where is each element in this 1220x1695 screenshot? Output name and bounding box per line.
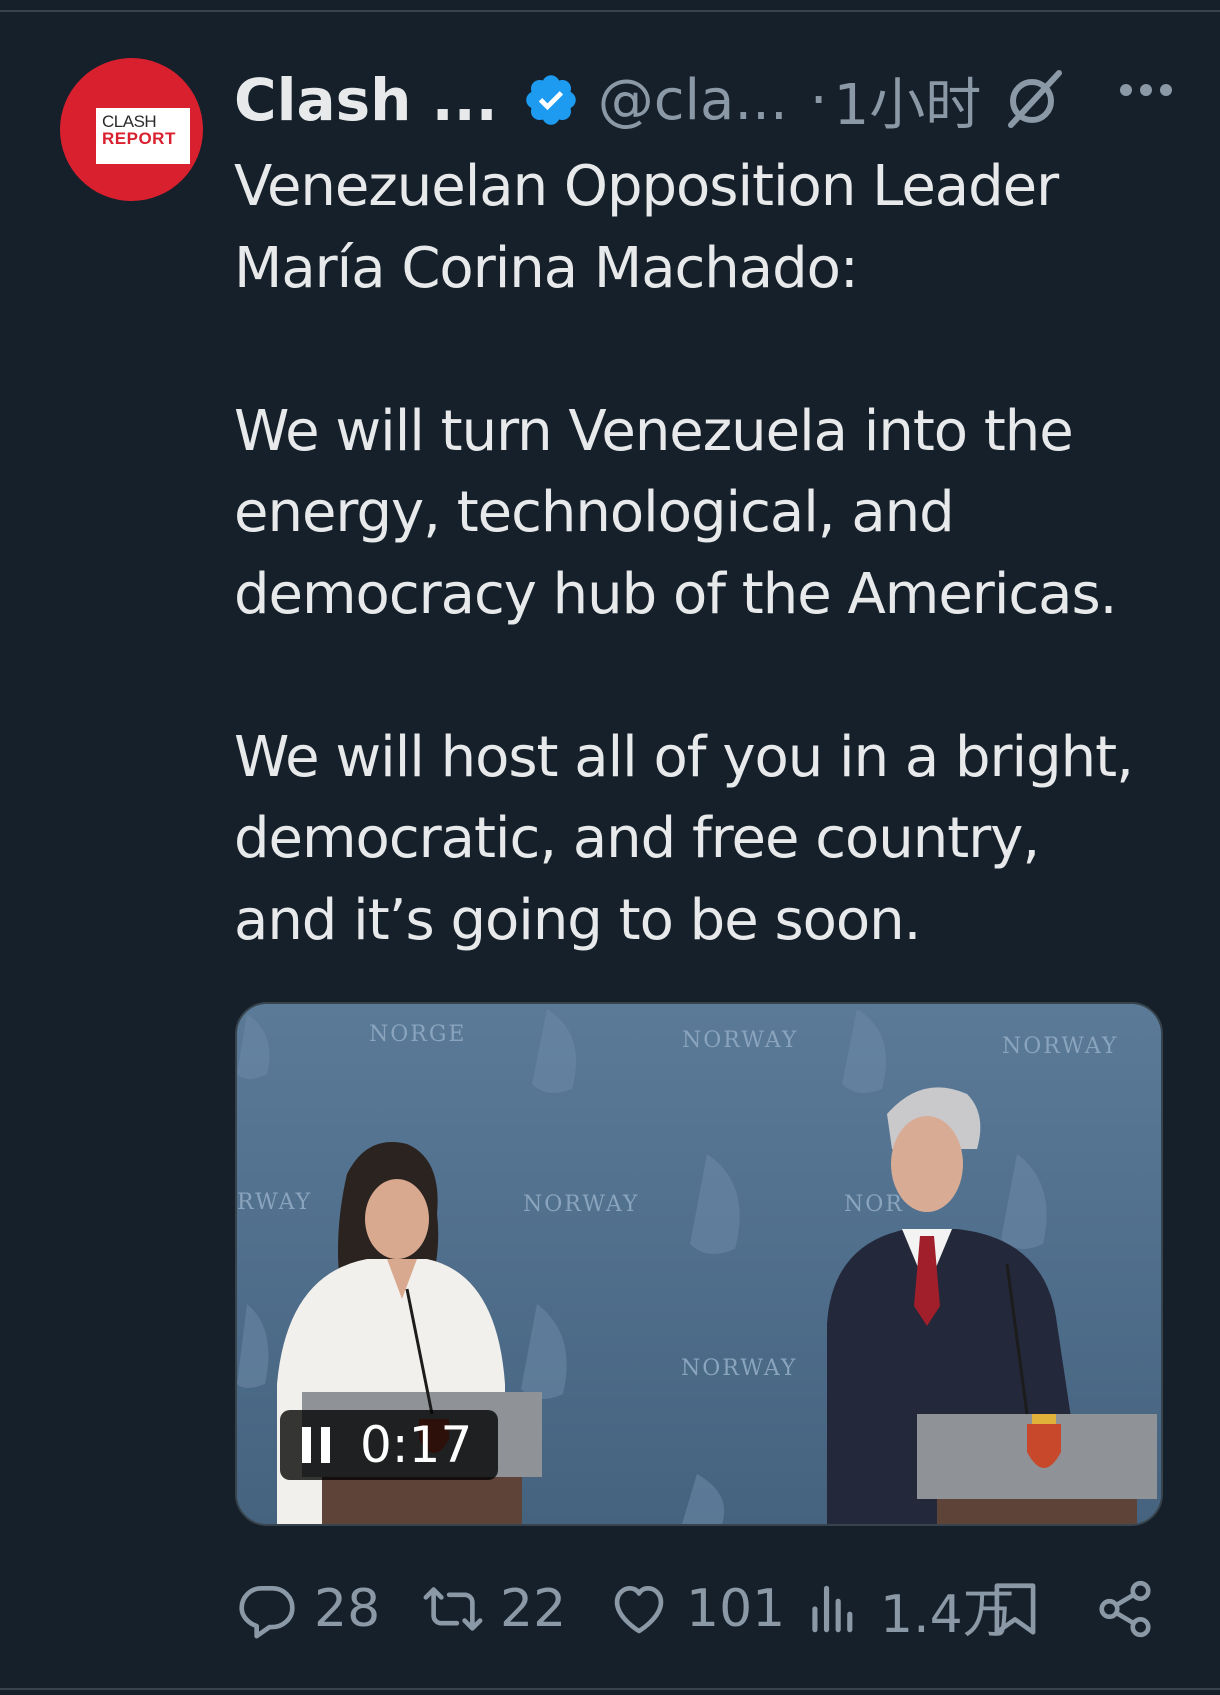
watermark: NORWAY [1002,1034,1119,1059]
share-button[interactable] [1094,1574,1156,1644]
watermark: NORWAY [681,1356,798,1381]
avatar[interactable]: CLASH REPORT [60,58,203,201]
like-button[interactable]: 101 [608,1574,785,1644]
watermark: NORWAY [682,1028,799,1053]
views-icon [812,1585,853,1633]
reply-count: 28 [314,1579,381,1639]
tweet-text: Venezuelan Opposition Leader María Corin… [234,154,1134,953]
video-player[interactable]: NORGE NORWAY NORWAY RWAY NORWAY NOR NORW… [235,1002,1163,1526]
more-icon[interactable] [1118,80,1174,100]
watermark: NORWAY [523,1192,640,1217]
handle[interactable]: @cla... [598,68,788,133]
top-divider [0,10,1220,12]
share-icon [1099,1580,1151,1638]
tweet-page: CLASH REPORT Clash ... @cla... · 1小时 Ven… [0,0,1220,1695]
views-button[interactable]: 1.4万 [802,1574,1015,1645]
reply-icon [239,1586,295,1639]
grok-icon[interactable] [1001,67,1067,133]
repost-count: 22 [500,1579,567,1639]
watermark: RWAY [237,1190,313,1215]
reply-button[interactable]: 28 [236,1574,380,1644]
pause-icon[interactable] [302,1427,330,1463]
verified-badge-icon [525,75,576,125]
separator-dot: · [809,67,828,133]
bookmark-button[interactable] [984,1574,1046,1644]
repost-icon [423,1587,483,1631]
timer-text: 0:17 [360,1416,473,1474]
watermark: NOR [844,1192,904,1217]
timestamp[interactable]: 1小时 [834,60,982,141]
avatar-logo-line1: CLASH [102,112,157,131]
watermark: NORGE [369,1022,467,1047]
heart-icon [614,1586,664,1634]
display-name[interactable]: Clash ... [234,66,498,134]
video-timer[interactable]: 0:17 [280,1410,498,1480]
like-count: 101 [686,1579,786,1639]
tweet-header: Clash ... @cla... · 1小时 [234,62,1174,138]
bottom-divider [0,1688,1220,1690]
avatar-logo-line2: REPORT [102,129,176,148]
action-bar: 28 22 101 1.4万 [236,1574,1156,1645]
bookmark-icon [994,1583,1036,1635]
avatar-logo: CLASH REPORT [96,108,190,164]
repost-button[interactable]: 22 [422,1574,566,1644]
